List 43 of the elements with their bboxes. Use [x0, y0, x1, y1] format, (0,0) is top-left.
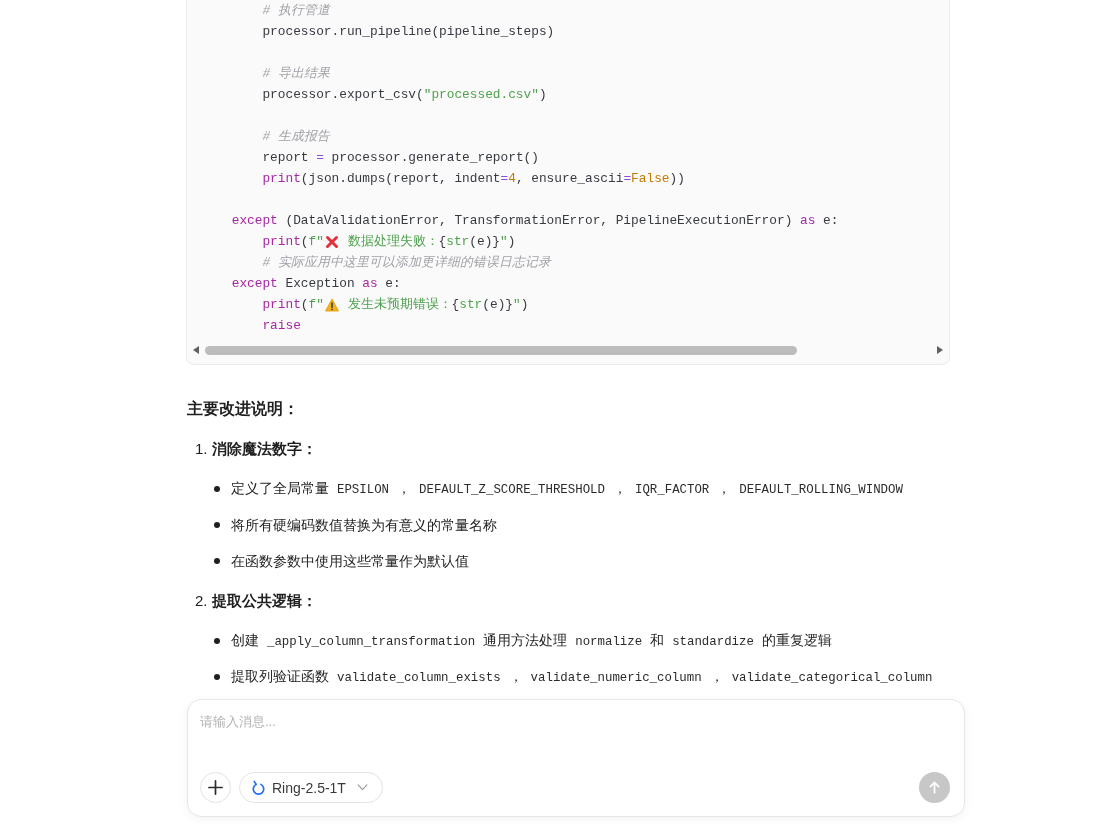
- chevron-down-icon: [356, 784, 368, 791]
- message-input[interactable]: 请输入消息...: [200, 710, 951, 772]
- list-item-title: 提取公共逻辑：: [211, 591, 317, 611]
- code-line: # 实际应用中这里可以添加更详细的错误日志记录: [262, 254, 551, 272]
- code-line: # 生成报告: [262, 128, 330, 146]
- bullet-icon: [214, 558, 220, 564]
- cross-mark-icon: [324, 234, 339, 249]
- model-selector[interactable]: Ring-2.5-1T: [239, 772, 383, 803]
- warning-icon: [324, 297, 339, 312]
- code-line: except (DataValidationError, TransformationError, PipelineExecutionError) as e:: [231, 212, 839, 230]
- code-line: print(f": [262, 296, 324, 314]
- arrow-up-icon: [929, 781, 940, 794]
- bullet-text: 定义了全局常量 EPSILON ， DEFAULT_Z_SCORE_THRESHOLD ， IQR_FACTOR ， DEFAULT_ROLLING_WINDOW: [231, 479, 904, 499]
- code-line: except Exception as e:: [231, 275, 401, 293]
- bullet-text: 创建 _apply_column_transformation 通用方法处理 normalize 和 standardize 的重复逻辑: [231, 631, 832, 651]
- ring-icon: [252, 779, 265, 796]
- bullet-icon: [214, 522, 220, 528]
- code-line: 数据处理失败：{str(e)}"): [346, 233, 516, 251]
- list-number: 1.: [195, 439, 208, 459]
- code-line: print(f": [262, 233, 324, 251]
- section-heading: 主要改进说明：: [187, 399, 299, 419]
- add-button[interactable]: [200, 772, 231, 803]
- chat-composer[interactable]: 请输入消息... Ring-2.5-1T: [187, 699, 965, 817]
- bullet-icon: [214, 674, 220, 680]
- code-line: processor.run_pipeline(pipeline_steps): [262, 23, 555, 41]
- bullet-icon: [214, 638, 220, 644]
- bullet-text: 将所有硬编码数值替换为有意义的常量名称: [231, 516, 497, 535]
- code-line: print(json.dumps(report, indent=4, ensure_ascii=False)): [262, 170, 685, 188]
- bullet-text: 提取列验证函数 validate_column_exists ， validate_numeric_column ， validate_categorical_column: [231, 667, 934, 687]
- list-item-title: 消除魔法数字：: [211, 439, 317, 459]
- bullet-text: 在函数参数中使用这些常量作为默认值: [231, 552, 469, 571]
- code-line: 发生未预期错误：{str(e)}"): [346, 296, 529, 314]
- scroll-right-icon[interactable]: [937, 346, 943, 354]
- list-number: 2.: [195, 591, 208, 611]
- scroll-left-icon[interactable]: [193, 346, 199, 354]
- code-line: raise: [262, 317, 301, 335]
- plus-icon: [208, 780, 223, 795]
- bullet-icon: [214, 486, 220, 492]
- scrollbar-thumb[interactable]: [205, 345, 797, 355]
- code-line: # 执行管道: [262, 2, 330, 20]
- code-line: report = processor.generate_report(): [262, 149, 539, 167]
- code-line: processor.export_csv("processed.csv"): [262, 86, 547, 104]
- code-line: # 导出结果: [262, 65, 330, 83]
